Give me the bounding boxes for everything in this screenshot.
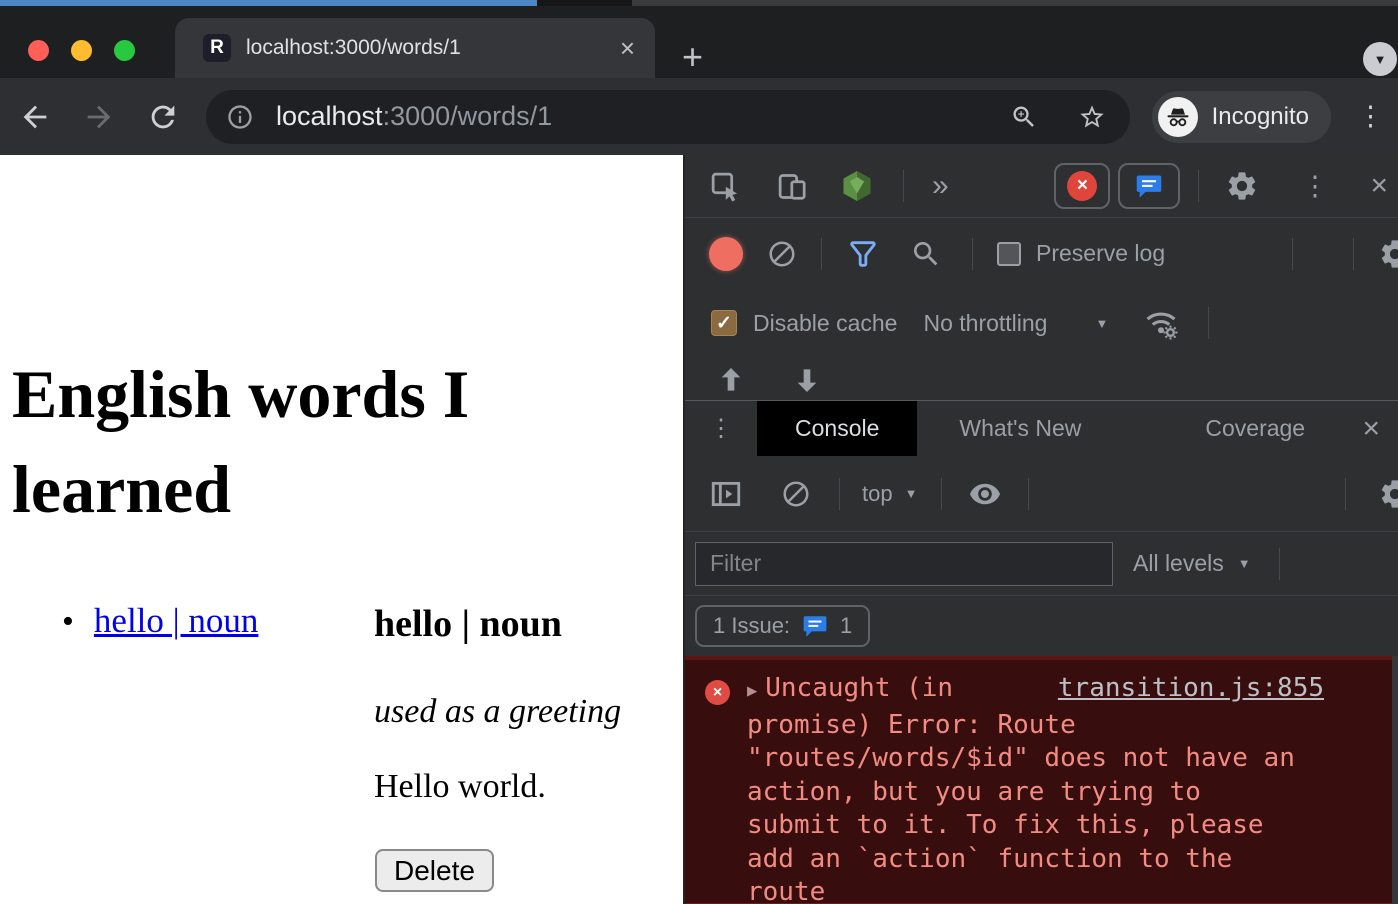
log-levels-select[interactable]: All levels xyxy=(1133,550,1224,577)
browser-toolbar: localhost:3000/words/1 Incognito ⋮ xyxy=(0,78,1398,155)
url-text[interactable]: localhost:3000/words/1 xyxy=(276,101,1010,132)
error-icon: × xyxy=(705,680,730,705)
disable-cache-label[interactable]: Disable cache xyxy=(753,310,897,337)
browser-menu-icon[interactable]: ⋮ xyxy=(1357,101,1384,132)
word-definition: used as a greeting xyxy=(374,693,621,731)
device-toolbar-icon[interactable] xyxy=(776,170,809,203)
tab-coverage[interactable]: Coverage xyxy=(1163,401,1347,456)
console-filter-bar: All levels ▼ xyxy=(685,532,1398,596)
web-page: English words I learned • hello | noun h… xyxy=(0,155,683,904)
tab-search-button[interactable]: ▼ xyxy=(1363,42,1397,76)
preserve-log-label[interactable]: Preserve log xyxy=(1036,240,1165,267)
browser-tab[interactable]: R localhost:3000/words/1 × xyxy=(175,18,655,78)
live-expression-eye-icon[interactable] xyxy=(966,475,1004,513)
word-detail-title: hello | noun xyxy=(374,602,562,646)
import-har-up-arrow-icon[interactable] xyxy=(715,363,747,397)
incognito-label: Incognito xyxy=(1212,103,1309,131)
browser-window: R localhost:3000/words/1 × + ▼ localhost… xyxy=(0,0,1398,904)
site-info-icon[interactable] xyxy=(226,103,254,131)
console-toolbar: top ▼ xyxy=(685,456,1398,532)
word-list-item: • hello | noun xyxy=(62,601,258,641)
remix-favicon: R xyxy=(203,34,231,62)
tab-title: localhost:3000/words/1 xyxy=(246,36,620,60)
minimize-window-button[interactable] xyxy=(71,40,92,61)
drawer-close-icon[interactable]: × xyxy=(1362,412,1380,446)
maximize-window-button[interactable] xyxy=(114,40,135,61)
url-host: localhost xyxy=(276,101,383,131)
context-dropdown-icon[interactable]: ▼ xyxy=(905,486,918,501)
url-path: :3000/words/1 xyxy=(383,101,553,131)
page-title: English words I learned xyxy=(12,347,572,537)
list-bullet: • xyxy=(62,603,74,641)
word-example: Hello world. xyxy=(374,768,546,806)
console-context-select[interactable]: top xyxy=(862,481,893,507)
preserve-log-checkbox[interactable] xyxy=(997,242,1021,266)
forward-icon[interactable] xyxy=(82,100,116,134)
throttling-dropdown-icon[interactable]: ▼ xyxy=(1095,316,1108,331)
bookmark-star-icon[interactable] xyxy=(1078,103,1106,131)
devtools-menu-icon[interactable]: ⋮ xyxy=(1301,171,1328,202)
tab-bar: R localhost:3000/words/1 × + ▼ xyxy=(0,6,1398,78)
error-count-button[interactable]: × xyxy=(1054,163,1110,209)
issue-label: 1 Issue: xyxy=(713,613,790,639)
issue-chat-icon xyxy=(802,613,828,639)
disable-cache-checkbox[interactable]: ✓ xyxy=(711,310,737,336)
network-conditions-wifi-icon[interactable] xyxy=(1142,304,1180,342)
new-tab-button[interactable]: + xyxy=(682,36,703,78)
word-link[interactable]: hello | noun xyxy=(94,601,259,641)
tab-whats-new[interactable]: What's New xyxy=(917,401,1123,456)
tab-close-icon[interactable]: × xyxy=(620,35,635,61)
tab-console[interactable]: Console xyxy=(757,401,917,456)
clear-console-icon[interactable] xyxy=(781,479,811,509)
console-filter-input[interactable] xyxy=(695,542,1113,586)
incognito-icon xyxy=(1158,97,1198,137)
node-icon[interactable] xyxy=(839,168,875,204)
devtools-toolbar: » × ⋮ × xyxy=(685,155,1398,218)
error-badge-icon: × xyxy=(1067,171,1097,201)
reload-icon[interactable] xyxy=(146,100,180,134)
incognito-badge: Incognito xyxy=(1152,91,1331,143)
network-har-bar xyxy=(685,357,1398,400)
delete-button[interactable]: Delete xyxy=(375,849,494,892)
scrollbar-gutter[interactable] xyxy=(1392,656,1398,904)
settings-gear-icon[interactable] xyxy=(1225,169,1259,203)
console-sidebar-toggle-icon[interactable] xyxy=(709,477,743,511)
inspect-element-icon[interactable] xyxy=(709,170,742,203)
record-network-icon[interactable] xyxy=(709,237,743,271)
network-toolbar: Preserve log xyxy=(685,218,1398,289)
error-source-link[interactable]: transition.js:855 xyxy=(1058,672,1324,706)
error-text: ▶ Uncaught (in transition.js:855 promise… xyxy=(685,660,1398,904)
issues-button[interactable] xyxy=(1118,163,1180,209)
network-settings-gear-icon[interactable] xyxy=(1378,237,1398,271)
address-bar[interactable]: localhost:3000/words/1 xyxy=(206,90,1130,144)
issue-counter-button[interactable]: 1 Issue: 1 xyxy=(695,605,870,647)
more-panels-icon[interactable]: » xyxy=(932,169,949,203)
throttling-select[interactable]: No throttling xyxy=(923,310,1047,337)
clear-network-icon[interactable] xyxy=(767,239,797,269)
close-window-button[interactable] xyxy=(28,40,49,61)
search-icon[interactable] xyxy=(910,238,942,270)
filter-funnel-icon[interactable] xyxy=(846,237,880,271)
drawer-menu-icon[interactable]: ⋮ xyxy=(685,414,757,443)
console-settings-gear-icon[interactable] xyxy=(1378,477,1398,511)
drawer-tab-bar: ⋮ Console What's New Coverage × xyxy=(685,400,1398,456)
back-icon[interactable] xyxy=(18,100,52,134)
devtools-close-icon[interactable]: × xyxy=(1370,169,1388,203)
export-har-down-arrow-icon[interactable] xyxy=(791,363,823,397)
network-conditions-bar: ✓ Disable cache No throttling ▼ xyxy=(685,289,1398,357)
expand-triangle-icon[interactable]: ▶ xyxy=(747,675,757,709)
issue-bar: 1 Issue: 1 xyxy=(685,596,1398,656)
zoom-in-icon[interactable] xyxy=(1010,103,1038,131)
macos-traffic-lights xyxy=(28,40,135,61)
levels-dropdown-icon[interactable]: ▼ xyxy=(1238,556,1251,571)
issues-chat-icon xyxy=(1135,172,1163,200)
console-error-message[interactable]: × ▶ Uncaught (in transition.js:855 promi… xyxy=(685,656,1398,904)
devtools-panel: » × ⋮ × Preserv xyxy=(683,155,1398,904)
issue-count: 1 xyxy=(840,613,852,639)
